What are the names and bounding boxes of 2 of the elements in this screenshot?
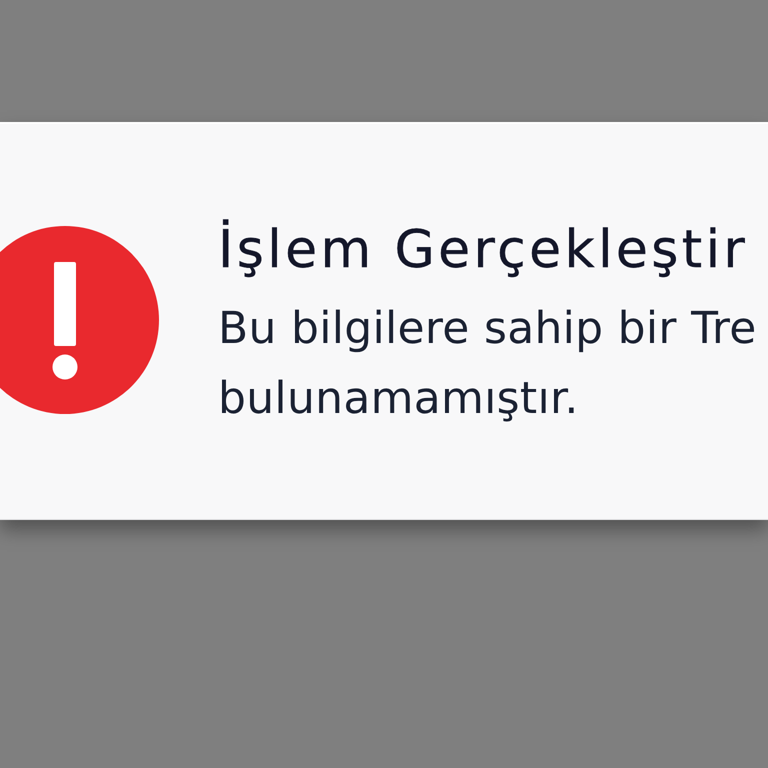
alert-message: Bu bilgilere sahip bir Tre bulunamamıştır. bbox=[218, 302, 757, 426]
alert-title: İşlem Gerçekleştir bbox=[218, 218, 750, 282]
